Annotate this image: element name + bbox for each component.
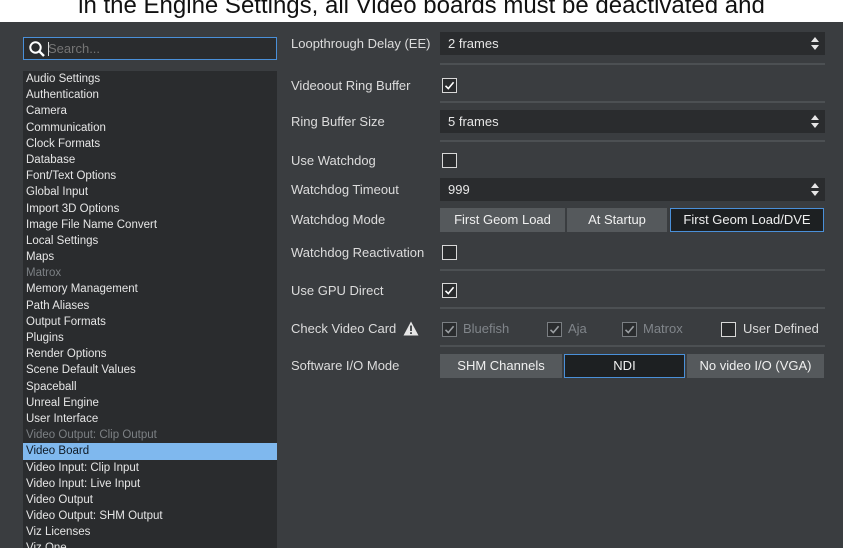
- sidebar-item[interactable]: Plugins: [23, 330, 277, 346]
- checkmark-icon: [444, 81, 455, 90]
- sidebar-item[interactable]: Font/Text Options: [23, 168, 277, 184]
- loopthrough-delay-value: 2 frames: [448, 36, 499, 51]
- aja-checkbox[interactable]: [547, 322, 562, 337]
- watchdog-timeout-spinbox[interactable]: 999: [440, 178, 825, 201]
- sidebar-item[interactable]: Render Options: [23, 346, 277, 362]
- videoout-ring-buffer-checkbox[interactable]: [442, 78, 457, 93]
- sidebar-item[interactable]: Audio Settings: [23, 71, 277, 87]
- ring-buffer-size-label: Ring Buffer Size: [291, 114, 385, 129]
- loopthrough-delay-label: Loopthrough Delay (EE): [291, 36, 431, 51]
- sidebar-item[interactable]: Maps: [23, 249, 277, 265]
- user-defined-checkbox[interactable]: [721, 322, 736, 337]
- check-video-card-label: Check Video Card: [291, 321, 397, 336]
- sidebar-item[interactable]: Viz Licenses: [23, 524, 277, 540]
- settings-category-list[interactable]: Audio Settings Authentication Camera Commun…: [23, 71, 277, 548]
- bluefish-label: Bluefish: [463, 321, 510, 336]
- divider: [440, 63, 825, 65]
- software-io-ndi[interactable]: NDI: [564, 354, 685, 378]
- ring-buffer-size-select[interactable]: 5 frames: [440, 110, 825, 133]
- divider: [440, 307, 825, 309]
- sidebar-item[interactable]: Camera: [23, 103, 277, 119]
- sidebar-item[interactable]: Memory Management: [23, 281, 277, 297]
- watchdog-mode-label: Watchdog Mode: [291, 212, 386, 227]
- sidebar-item[interactable]: Communication: [23, 120, 277, 136]
- software-io-mode-label: Software I/O Mode: [291, 358, 400, 373]
- sidebar-item[interactable]: Image File Name Convert: [23, 217, 277, 233]
- checkmark-icon: [444, 325, 455, 334]
- aja-label: Aja: [568, 321, 587, 336]
- setting-check-video-card: Check Video Card Bluefish Aja Matrox Use…: [285, 317, 825, 341]
- caption-text: in the Engine Settings, all Video boards…: [78, 0, 765, 19]
- sidebar-item[interactable]: Database: [23, 152, 277, 168]
- watchdog-timeout-value: 999: [448, 182, 470, 197]
- search-icon: [29, 41, 45, 57]
- setting-watchdog-mode: Watchdog Mode First Geom Load At Startup…: [285, 208, 825, 232]
- watchdog-reactivation-checkbox[interactable]: [442, 245, 457, 260]
- watchdog-reactivation-label: Watchdog Reactivation: [291, 245, 425, 260]
- use-watchdog-checkbox[interactable]: [442, 153, 457, 168]
- sidebar-item[interactable]: Video Output: [23, 492, 277, 508]
- settings-window: Audio SettingsAuthenticationCameraCommun…: [0, 22, 843, 548]
- user-defined-label: User Defined: [743, 321, 819, 336]
- sidebar-item[interactable]: Video Input: Clip Input: [23, 460, 277, 476]
- sidebar-item[interactable]: Video Output: SHM Output: [23, 508, 277, 524]
- watchdog-timeout-label: Watchdog Timeout: [291, 182, 399, 197]
- sidebar-item[interactable]: User Interface: [23, 411, 277, 427]
- matrox-checkbox[interactable]: [622, 322, 637, 337]
- spin-arrows-icon: [811, 37, 819, 50]
- software-io-no-video[interactable]: No video I/O (VGA): [687, 354, 824, 378]
- search-box[interactable]: [23, 37, 277, 60]
- warning-icon: [403, 321, 419, 336]
- sidebar-item[interactable]: Output Formats: [23, 314, 277, 330]
- setting-watchdog-timeout: Watchdog Timeout 999: [285, 178, 825, 202]
- divider: [440, 269, 825, 271]
- setting-loopthrough-delay: Loopthrough Delay (EE) 2 frames: [285, 32, 825, 56]
- loopthrough-delay-select[interactable]: 2 frames: [440, 32, 825, 55]
- videoout-ring-buffer-label: Videoout Ring Buffer: [291, 78, 411, 93]
- divider: [440, 140, 825, 142]
- bluefish-checkbox[interactable]: [442, 322, 457, 337]
- sidebar: Audio SettingsAuthenticationCameraCommun…: [15, 34, 277, 548]
- sidebar-item[interactable]: Spaceball: [23, 379, 277, 395]
- watchdog-mode-first-geom-load-dve[interactable]: First Geom Load/DVE: [670, 208, 824, 232]
- use-gpu-direct-checkbox[interactable]: [442, 283, 457, 298]
- setting-ring-buffer-size: Ring Buffer Size 5 frames: [285, 110, 825, 134]
- divider: [440, 101, 825, 103]
- checkmark-icon: [624, 325, 635, 334]
- sidebar-item[interactable]: Local Settings: [23, 233, 277, 249]
- setting-videoout-ring-buffer: Videoout Ring Buffer: [285, 74, 825, 98]
- sidebar-item[interactable]: Viz One: [23, 540, 277, 548]
- search-input[interactable]: [48, 39, 268, 58]
- checkmark-icon: [549, 325, 560, 334]
- setting-software-io-mode: Software I/O Mode SHM Channels NDI No vi…: [285, 354, 825, 378]
- sidebar-item[interactable]: Clock Formats: [23, 136, 277, 152]
- software-io-shm-channels[interactable]: SHM Channels: [440, 354, 562, 378]
- use-watchdog-label: Use Watchdog: [291, 153, 376, 168]
- watchdog-mode-at-startup[interactable]: At Startup: [567, 208, 667, 232]
- use-gpu-direct-label: Use GPU Direct: [291, 283, 384, 298]
- sidebar-item: Video Output: Clip Output: [26, 429, 157, 442]
- sidebar-item[interactable]: Global Input: [23, 184, 277, 200]
- watchdog-mode-first-geom-load[interactable]: First Geom Load: [440, 208, 565, 232]
- setting-use-gpu-direct: Use GPU Direct: [285, 279, 825, 303]
- sidebar-item[interactable]: Path Aliases: [23, 298, 277, 314]
- text-caret: [48, 42, 49, 56]
- sidebar-item[interactable]: Import 3D Options: [23, 201, 277, 217]
- spin-arrows-icon: [811, 115, 819, 128]
- sidebar-item: Matrox: [26, 267, 62, 280]
- ring-buffer-size-value: 5 frames: [448, 114, 499, 129]
- divider: [440, 345, 825, 347]
- sidebar-item[interactable]: Unreal Engine: [23, 395, 277, 411]
- sidebar-item[interactable]: Authentication: [23, 87, 277, 103]
- spin-arrows-icon: [811, 183, 819, 196]
- setting-use-watchdog: Use Watchdog: [285, 149, 825, 173]
- matrox-label: Matrox: [643, 321, 683, 336]
- sidebar-item[interactable]: Scene Default Values: [23, 362, 277, 378]
- checkmark-icon: [444, 286, 455, 295]
- sidebar-item[interactable]: Video Input: Live Input: [23, 476, 277, 492]
- sidebar-item[interactable]: Video Board: [23, 443, 277, 460]
- setting-watchdog-reactivation: Watchdog Reactivation: [285, 241, 825, 265]
